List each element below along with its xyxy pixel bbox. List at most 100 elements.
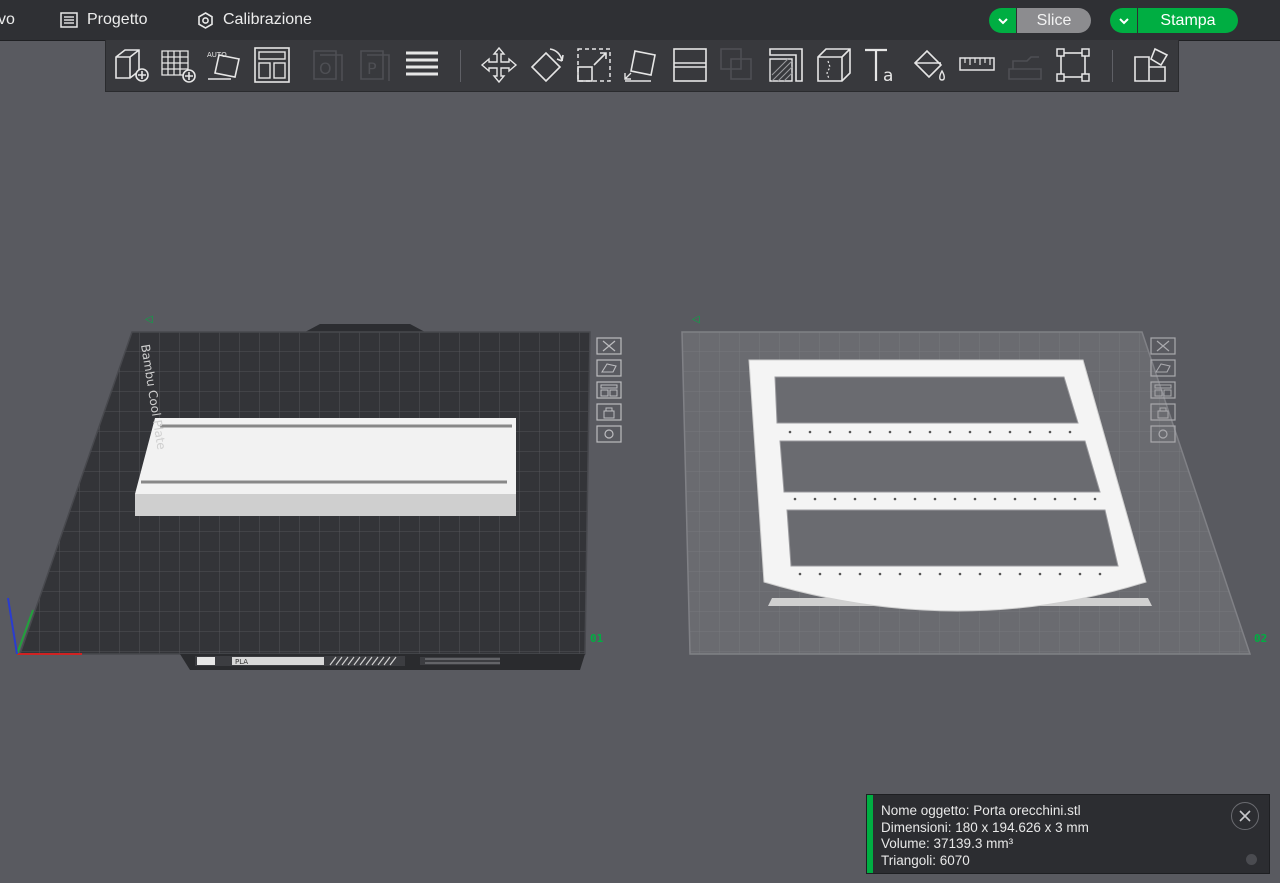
fit-view-icon (1056, 48, 1090, 82)
plate-2-orient-button[interactable] (1150, 358, 1176, 378)
menu-project[interactable]: Progetto (60, 0, 147, 40)
text-button[interactable]: a (859, 43, 903, 87)
arrange-plate-icon (596, 381, 622, 399)
auto-orient-plate-icon (596, 359, 622, 377)
split-parts-button[interactable]: P (353, 43, 397, 87)
layers-button[interactable] (400, 43, 444, 87)
variable-layer-icon (1134, 47, 1169, 82)
color-paint-button[interactable] (907, 43, 951, 87)
object-name: Nome oggetto: Porta orecchini.stl (881, 803, 1081, 818)
plate-2-number: 02 (1254, 632, 1267, 645)
auto-orient-button[interactable]: AUTO (203, 43, 247, 87)
menu-project-label: Progetto (87, 11, 148, 28)
svg-text:P: P (367, 59, 377, 78)
object-info-panel: Nome oggetto: Porta orecchini.stl Dimens… (866, 794, 1270, 874)
plate-2-settings-button[interactable] (1150, 424, 1176, 444)
print-button-label: Stampa (1138, 8, 1238, 33)
arrange-button[interactable] (250, 43, 294, 87)
build-plate-scene: ◁ 01 Bambu Cool Plate PLA ◁ 02 (7, 314, 1267, 670)
plate-2-arrange-button[interactable] (1150, 380, 1176, 400)
close-plate-icon (596, 337, 622, 355)
plate-1-tag: PLA (235, 658, 248, 666)
split-objects-icon: O (313, 50, 343, 81)
plate-2-lock-button[interactable] (1150, 402, 1176, 422)
main-toolbar: AUTO O P a (105, 40, 1179, 92)
color-paint-icon (913, 49, 945, 81)
plate-1-arrange-button[interactable] (596, 380, 622, 400)
slice-dropdown-arrow[interactable] (989, 8, 1017, 33)
object-triangles: Triangoli: 6070 (881, 852, 970, 868)
split-parts-icon: P (360, 50, 390, 81)
lay-on-face-icon (624, 50, 656, 82)
3d-viewport[interactable]: ◁ 01 Bambu Cool Plate PLA ◁ 02 (0, 92, 1280, 883)
menu-item-partial[interactable]: vo (0, 0, 15, 40)
add-object-icon (115, 49, 149, 82)
menu-calibration-label: Calibrazione (223, 11, 312, 28)
plate-1-number: 01 (590, 632, 604, 645)
assembly-button[interactable] (1003, 43, 1047, 87)
support-paint-icon (769, 48, 803, 82)
variable-layer-button[interactable] (1129, 43, 1173, 87)
lock-plate-icon (1150, 403, 1176, 421)
measure-button[interactable] (955, 43, 999, 87)
seam-paint-icon (817, 48, 851, 82)
add-object-button[interactable] (109, 43, 153, 87)
assembly-icon (1008, 56, 1042, 80)
plate-settings-icon (1150, 425, 1176, 443)
measure-icon (959, 57, 995, 71)
print-dropdown-arrow[interactable] (1110, 8, 1138, 33)
calibration-gear-icon (198, 11, 213, 29)
toolbar-separator (1112, 50, 1113, 82)
plate-1-orient-button[interactable] (596, 358, 622, 378)
chevron-down-icon (1118, 17, 1129, 24)
svg-text:AUTO: AUTO (207, 51, 227, 59)
plate-2[interactable]: ◁ 02 (681, 314, 1267, 655)
slice-button-label: Slice (1017, 8, 1091, 33)
split-objects-button[interactable]: O (306, 43, 350, 87)
mesh-boolean-button[interactable] (715, 43, 759, 87)
auto-orient-plate-icon (1150, 359, 1176, 377)
top-menu-bar: vo Progetto Calibrazione Slice Stampa (0, 0, 1280, 41)
rotate-button[interactable] (524, 43, 568, 87)
arrange-icon (254, 47, 290, 83)
seam-paint-button[interactable] (812, 43, 856, 87)
close-icon (1239, 810, 1251, 822)
svg-text:a: a (883, 66, 893, 85)
info-close-button[interactable] (1231, 802, 1259, 830)
svg-text:◁: ◁ (145, 314, 153, 325)
fit-view-button[interactable] (1051, 43, 1095, 87)
cut-icon (673, 48, 707, 82)
list-icon (60, 12, 78, 28)
rotate-icon (530, 48, 564, 83)
print-button[interactable]: Stampa (1110, 8, 1238, 33)
plate-1-lock-button[interactable] (596, 402, 622, 422)
text-icon: a (865, 48, 893, 85)
object-dimensions: Dimensioni: 180 x 194.626 x 3 mm (881, 819, 1089, 835)
menu-calibration[interactable]: Calibrazione (197, 0, 312, 40)
move-icon (480, 46, 518, 84)
plate-1-settings-button[interactable] (596, 424, 622, 444)
object-info-lines: Nome oggetto: Porta orecchini.stl Dimens… (881, 803, 1089, 869)
add-plate-button[interactable] (156, 43, 200, 87)
info-accent-bar (867, 795, 873, 873)
chevron-down-icon (997, 17, 1008, 24)
add-plate-icon (161, 50, 196, 83)
toolbar-separator (460, 50, 461, 82)
cut-button[interactable] (668, 43, 712, 87)
scale-icon (577, 48, 611, 82)
plate-1-close-button[interactable] (596, 336, 622, 356)
mesh-boolean-icon (720, 48, 752, 80)
arrange-plate-icon (1150, 381, 1176, 399)
lay-on-face-button[interactable] (619, 43, 663, 87)
support-paint-button[interactable] (764, 43, 808, 87)
move-button[interactable] (477, 43, 521, 87)
plate-1[interactable]: ◁ 01 Bambu Cool Plate PLA (7, 314, 604, 670)
plate-2-buttons (1150, 336, 1176, 444)
layers-icon (406, 51, 438, 76)
scale-button[interactable] (572, 43, 616, 87)
info-minimize-button[interactable] (1246, 854, 1257, 865)
plate-2-close-button[interactable] (1150, 336, 1176, 356)
auto-orient-icon: AUTO (207, 51, 240, 80)
close-plate-icon (1150, 337, 1176, 355)
slice-button[interactable]: Slice (989, 8, 1091, 33)
